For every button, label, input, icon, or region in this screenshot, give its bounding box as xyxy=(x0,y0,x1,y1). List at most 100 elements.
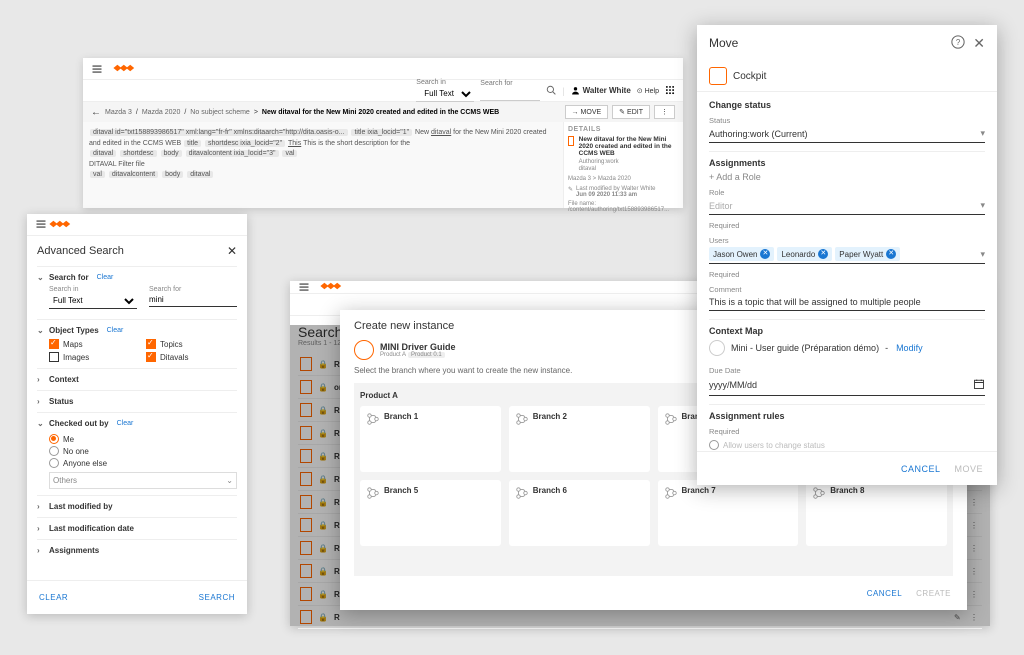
status-select[interactable]: Authoring:work (Current)▾ xyxy=(709,125,985,143)
calendar-icon[interactable] xyxy=(973,378,985,392)
section-context-map: Context Map xyxy=(709,319,985,336)
search-for-input[interactable] xyxy=(480,87,540,101)
menu-icon[interactable] xyxy=(35,218,47,232)
modify-link[interactable]: Modify xyxy=(896,343,923,353)
branch-icon xyxy=(515,486,529,500)
clear-link[interactable]: Clear xyxy=(97,274,114,281)
doc-name: Cockpit xyxy=(733,71,766,82)
radio-icon xyxy=(49,458,59,468)
details-doc-title: New ditaval for the New Mini 2020 create… xyxy=(579,136,679,157)
checkbox-icon xyxy=(146,352,156,362)
logo-icon xyxy=(47,219,71,231)
checkbox-maps[interactable]: Maps xyxy=(49,339,140,349)
edit-button[interactable]: ✎ EDIT xyxy=(612,105,650,119)
apps-icon[interactable] xyxy=(665,85,675,97)
branch-card[interactable]: Branch 7 xyxy=(658,480,799,546)
rule-allow-change[interactable]: Allow users to change status xyxy=(709,440,985,450)
search-button[interactable]: SEARCH xyxy=(199,593,235,602)
logo-icon xyxy=(111,63,131,75)
back-icon[interactable]: ← xyxy=(91,107,101,118)
clear-button[interactable]: CLEAR xyxy=(39,593,68,602)
section-last-modified-by[interactable]: › Last modified by xyxy=(37,502,237,511)
chevron-right-icon: › xyxy=(37,397,45,406)
crumb-title: New ditaval for the New Mini 2020 create… xyxy=(262,109,499,116)
checkbox-topics[interactable]: Topics xyxy=(146,339,237,349)
chevron-right-icon: › xyxy=(37,524,45,533)
section-last-modification-date[interactable]: › Last modification date xyxy=(37,524,237,533)
branch-card[interactable]: Branch 1 xyxy=(360,406,501,472)
remove-icon[interactable]: ✕ xyxy=(760,249,770,259)
remove-icon[interactable]: ✕ xyxy=(886,249,896,259)
others-select[interactable]: Others⌄ xyxy=(49,472,237,489)
section-assignments[interactable]: › Assignments xyxy=(37,546,237,555)
search-in-select[interactable]: Full Text xyxy=(49,293,137,309)
search-for-input[interactable] xyxy=(149,293,237,307)
branch-card[interactable]: Branch 2 xyxy=(509,406,650,472)
xml-tag: title ixia_locid="1" xyxy=(351,129,412,136)
create-button[interactable]: CREATE xyxy=(916,589,951,598)
branch-card[interactable]: Branch 5 xyxy=(360,480,501,546)
close-icon[interactable]: ✕ xyxy=(973,35,985,52)
radio-me[interactable]: Me xyxy=(49,434,237,444)
branch-icon xyxy=(366,486,380,500)
document-icon xyxy=(709,67,727,85)
svg-text:?: ? xyxy=(956,38,961,47)
user-menu[interactable]: Walter White xyxy=(571,86,631,95)
section-checked-out[interactable]: ⌄ Checked out by Clear xyxy=(37,419,237,428)
section-status[interactable]: › Status xyxy=(37,397,237,406)
help-link[interactable]: ⊙ Help xyxy=(637,87,659,95)
help-icon[interactable]: ? xyxy=(951,35,965,52)
checkbox-icon xyxy=(146,339,156,349)
panel-footer: CLEAR SEARCH xyxy=(27,580,247,614)
radio-icon xyxy=(49,446,59,456)
branch-icon xyxy=(515,412,529,426)
panel-title-bar: Advanced Search ✕ xyxy=(27,236,247,266)
checkbox-images[interactable]: Images xyxy=(49,352,140,362)
comment-input[interactable]: This is a topic that will be assigned to… xyxy=(709,294,985,311)
clear-link[interactable]: Clear xyxy=(117,420,134,427)
section-search-for[interactable]: ⌄ Search for Clear xyxy=(37,273,237,282)
section-object-types[interactable]: ⌄ Object Types Clear xyxy=(37,326,237,335)
cancel-button[interactable]: CANCEL xyxy=(867,589,902,598)
branch-card[interactable]: Branch 6 xyxy=(509,480,650,546)
clear-link[interactable]: Clear xyxy=(107,327,124,334)
editor-content[interactable]: ditaval id="txt158893986517" xml:lang="f… xyxy=(83,122,563,208)
close-icon[interactable]: ✕ xyxy=(227,244,237,258)
dialog-footer: CANCEL MOVE xyxy=(697,451,997,485)
move-button[interactable]: → MOVE xyxy=(565,105,609,119)
branch-card[interactable]: Branch 8 xyxy=(806,480,947,546)
chevron-down-icon[interactable]: ▾ xyxy=(980,249,985,260)
menu-icon[interactable] xyxy=(91,63,103,75)
menu-icon[interactable] xyxy=(298,281,310,293)
details-panel: DETAILS New ditaval for the New Mini 202… xyxy=(563,122,683,208)
cancel-button[interactable]: CANCEL xyxy=(901,464,941,474)
user-chip[interactable]: Paper Wyatt✕ xyxy=(835,247,900,261)
guide-icon xyxy=(354,340,374,360)
checkbox-ditavals[interactable]: Ditavals xyxy=(146,352,237,362)
dialog-footer: CANCEL CREATE xyxy=(340,576,967,610)
radio-anyone-else[interactable]: Anyone else xyxy=(49,458,237,468)
search-in-select[interactable]: Full Text xyxy=(416,86,474,102)
due-date-input[interactable]: yyyy/MM/dd xyxy=(709,375,985,396)
search-icon[interactable] xyxy=(546,85,556,97)
crumb-2[interactable]: Mazda 2020 xyxy=(142,109,181,116)
checkbox-icon xyxy=(49,339,59,349)
user-chip[interactable]: Jason Owen✕ xyxy=(709,247,774,261)
map-icon xyxy=(709,340,725,356)
crumb-1[interactable]: Mazda 3 xyxy=(105,109,132,116)
user-chip[interactable]: Leonardo✕ xyxy=(777,247,832,261)
remove-icon[interactable]: ✕ xyxy=(818,249,828,259)
users-field[interactable]: Jason Owen✕Leonardo✕Paper Wyatt✕ ▾ xyxy=(709,245,985,264)
add-role-button[interactable]: + Add a Role xyxy=(709,168,985,182)
chevron-down-icon: ⌄ xyxy=(37,326,45,335)
more-button[interactable]: ⋮ xyxy=(654,105,675,119)
panel-title: Advanced Search xyxy=(37,245,124,257)
move-button[interactable]: MOVE xyxy=(954,464,983,474)
editor-window: Search in Full Text Search for | Walter … xyxy=(83,58,683,208)
section-context[interactable]: › Context xyxy=(37,375,237,384)
panel-toolbar xyxy=(27,214,247,236)
crumb-3[interactable]: No subject scheme xyxy=(190,109,250,116)
radio-no-one[interactable]: No one xyxy=(49,446,237,456)
chevron-right-icon: › xyxy=(37,502,45,511)
role-select[interactable]: Editor▾ xyxy=(709,197,985,215)
